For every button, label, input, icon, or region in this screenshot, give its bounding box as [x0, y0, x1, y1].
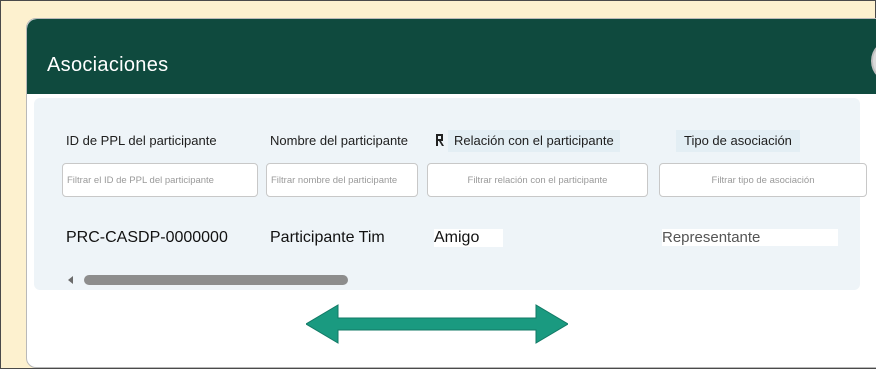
sort-icon[interactable] — [436, 134, 444, 146]
cell-name: Participante Tim — [270, 229, 385, 246]
filter-relation-input[interactable] — [427, 163, 648, 197]
cell-relation: Amigo — [434, 229, 504, 247]
scroll-left-icon[interactable] — [68, 276, 73, 284]
column-header-ppl-id[interactable]: ID de PPL del participante — [66, 130, 217, 152]
horizontal-arrow-icon — [306, 304, 568, 344]
column-header-association-type[interactable]: Tipo de asociación — [676, 130, 800, 152]
filter-association-type-input[interactable] — [659, 163, 867, 197]
scrollbar-thumb[interactable] — [84, 275, 348, 285]
card-title: Asociaciones — [47, 54, 169, 76]
column-header-relation[interactable]: Relación con el participante — [448, 130, 620, 152]
column-header-name[interactable]: Nombre del participante — [270, 130, 408, 152]
filter-ppl-id-input[interactable] — [62, 163, 258, 197]
cell-ppl-id: PRC-CASDP-0000000 — [66, 229, 228, 246]
card-header: Asociaciones — [27, 19, 876, 94]
cell-association-type: Representante — [662, 229, 839, 246]
filter-name-input[interactable] — [266, 163, 418, 197]
header-action-button[interactable] — [871, 39, 876, 83]
